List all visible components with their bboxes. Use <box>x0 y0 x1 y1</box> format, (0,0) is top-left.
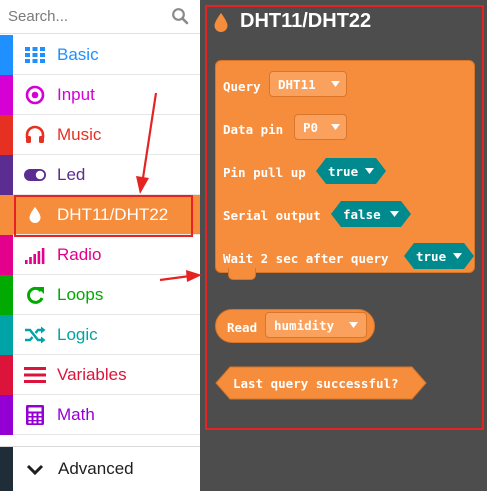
toggle-icon <box>24 169 46 181</box>
flyout-highlight-border <box>205 5 484 430</box>
search-input[interactable] <box>8 5 158 27</box>
category-label: Music <box>57 125 102 144</box>
category-input[interactable]: Input <box>0 75 200 115</box>
category-color-stripe <box>0 115 13 155</box>
refresh-icon <box>27 286 44 304</box>
grid-icon <box>25 47 45 63</box>
calculator-icon <box>26 405 44 425</box>
category-label: Math <box>57 405 95 424</box>
chevron-down-icon <box>26 464 44 476</box>
category-color-stripe <box>0 155 13 195</box>
category-color-stripe <box>0 235 13 275</box>
category-led[interactable]: Led <box>0 155 200 195</box>
headphones-icon <box>25 125 45 143</box>
selected-category-highlight <box>14 195 193 237</box>
list-lines-icon <box>24 367 46 383</box>
category-color-stripe <box>0 355 13 395</box>
signal-bars-icon <box>25 248 45 264</box>
category-color-stripe <box>0 195 13 235</box>
category-color-stripe <box>0 35 13 75</box>
shuffle-icon <box>25 326 46 344</box>
category-radio[interactable]: Radio <box>0 235 200 275</box>
advanced-toggle[interactable]: Advanced <box>0 446 200 491</box>
category-color-stripe <box>0 275 13 315</box>
category-label: Input <box>57 85 95 104</box>
search-bar <box>0 0 200 34</box>
category-logic[interactable]: Logic <box>0 315 200 355</box>
category-basic[interactable]: Basic <box>0 35 200 75</box>
category-color-stripe <box>0 315 13 355</box>
category-music[interactable]: Music <box>0 115 200 155</box>
category-label: Radio <box>57 245 102 264</box>
category-color-stripe <box>0 75 13 115</box>
input-circle-icon <box>25 85 45 105</box>
category-label: Loops <box>57 285 104 304</box>
advanced-label: Advanced <box>58 459 134 478</box>
category-color-stripe <box>0 395 13 435</box>
toolbox: Basic Input Music Led DHT11/ <box>0 0 200 491</box>
category-label: Variables <box>57 365 127 384</box>
search-icon[interactable] <box>171 7 189 25</box>
category-label: Logic <box>57 325 98 344</box>
category-label: Basic <box>57 45 99 64</box>
category-color-stripe <box>0 447 13 491</box>
category-math[interactable]: Math <box>0 395 200 435</box>
category-label: Led <box>57 165 86 184</box>
category-loops[interactable]: Loops <box>0 275 200 315</box>
category-variables[interactable]: Variables <box>0 355 200 395</box>
